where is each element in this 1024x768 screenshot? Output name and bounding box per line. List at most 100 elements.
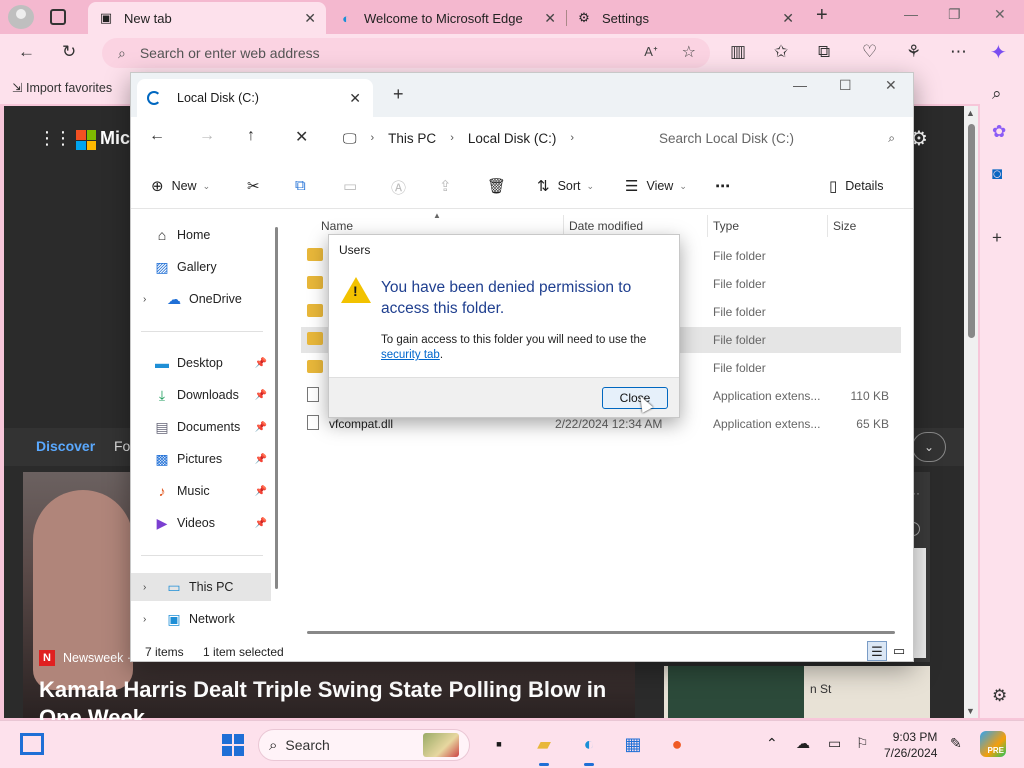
task-view-icon[interactable]: ▪ xyxy=(486,731,512,757)
back-icon[interactable]: ← xyxy=(149,127,165,145)
notifications-icon[interactable]: ✎ xyxy=(950,735,962,752)
back-icon[interactable]: ← xyxy=(18,42,35,62)
copilot-preview-icon[interactable]: PRE xyxy=(980,731,1006,757)
stop-icon[interactable]: ✕ xyxy=(295,127,308,147)
delete-icon[interactable]: 🗑 xyxy=(487,177,514,195)
network-tray-icon[interactable]: ⚐ xyxy=(856,735,869,752)
column-divider[interactable] xyxy=(707,215,708,237)
chevron-right-icon[interactable]: › xyxy=(143,614,155,625)
tab-new-tab[interactable]: ▣ New tab ✕ xyxy=(88,2,326,34)
chevron-right-icon[interactable]: › xyxy=(143,294,155,305)
search-icon[interactable]: ⌕ xyxy=(992,84,1002,104)
horizontal-scrollbar[interactable] xyxy=(307,631,895,634)
tab-following[interactable]: Fo xyxy=(114,438,130,454)
close-tab-icon[interactable]: ✕ xyxy=(304,10,316,27)
nav-item-network[interactable]: › ▣ Network xyxy=(131,605,271,633)
tab-discover[interactable]: Discover xyxy=(36,438,95,454)
security-tab-link[interactable]: security tab xyxy=(381,349,440,361)
pin-icon[interactable]: 📌 xyxy=(255,518,267,529)
nav-item-documents[interactable]: ▤ Documents 📌 xyxy=(131,413,271,441)
file-explorer-app-icon[interactable]: ▰ xyxy=(531,731,557,766)
performance-icon[interactable]: ♡ xyxy=(862,42,877,62)
column-header-size[interactable]: Size xyxy=(833,219,856,233)
nav-item-videos[interactable]: ▶ Videos 📌 xyxy=(131,509,271,537)
refresh-icon[interactable]: ↻ xyxy=(62,42,76,62)
nav-pane-scrollbar[interactable] xyxy=(275,227,278,589)
edge-app-icon[interactable]: ◐ xyxy=(576,731,602,766)
details-view-icon[interactable]: ☰ xyxy=(867,641,887,661)
chevron-right-icon[interactable]: › xyxy=(143,582,155,593)
scroll-thumb[interactable] xyxy=(968,124,975,338)
column-header-date[interactable]: Date modified xyxy=(569,219,643,233)
profile-avatar[interactable] xyxy=(8,5,34,29)
chevron-right-icon[interactable]: › xyxy=(570,132,574,144)
clock[interactable]: 9:03 PM 7/26/2024 xyxy=(884,729,937,761)
nav-item-downloads[interactable]: ⤓ Downloads 📌 xyxy=(131,381,271,409)
nav-item-pictures[interactable]: ▩ Pictures 📌 xyxy=(131,445,271,473)
display-icon[interactable]: ▭ xyxy=(828,735,841,752)
rename-icon[interactable]: Ⓐ xyxy=(391,177,414,198)
pin-icon[interactable]: 📌 xyxy=(255,454,267,465)
store-app-icon[interactable]: ▦ xyxy=(620,731,646,757)
nav-item-music[interactable]: ♪ Music 📌 xyxy=(131,477,271,505)
nav-item-home[interactable]: ⌂ Home xyxy=(131,221,271,249)
add-app-icon[interactable]: + xyxy=(992,228,1002,248)
copilot-icon[interactable]: ✦ xyxy=(990,40,1007,65)
forward-icon[interactable]: → xyxy=(199,127,215,145)
maximize-icon[interactable]: ☐ xyxy=(839,77,852,94)
column-header-name[interactable]: Name xyxy=(321,219,353,233)
address-bar[interactable]: ⌕ Search or enter web address Aᐩ ☆ xyxy=(102,38,710,68)
show-hidden-icons-icon[interactable]: ⌃ xyxy=(766,735,778,752)
import-favorites-link[interactable]: ⇲ Import favorites xyxy=(12,80,112,95)
column-divider[interactable] xyxy=(827,215,828,237)
scroll-down-icon[interactable]: ▼ xyxy=(966,706,975,716)
collections-icon[interactable]: ⧉ xyxy=(818,42,830,62)
breadcrumb-local-disk[interactable]: Local Disk (C:) xyxy=(468,131,557,146)
widgets-icon[interactable] xyxy=(20,733,44,755)
pin-icon[interactable]: 📌 xyxy=(255,486,267,497)
nav-item-this-pc[interactable]: › ▭ This PC xyxy=(131,573,271,601)
onedrive-offline-icon[interactable]: ☁ xyxy=(796,735,810,752)
firefox-app-icon[interactable]: ● xyxy=(664,731,690,757)
more-options-icon[interactable]: ⋯ xyxy=(715,177,738,195)
restore-icon[interactable]: ❐ xyxy=(948,6,961,23)
read-aloud-icon[interactable]: Aᐩ xyxy=(644,44,658,60)
new-tab-button[interactable]: + xyxy=(393,84,404,105)
map-card[interactable]: n St xyxy=(664,666,930,718)
chevron-down-icon[interactable]: ⌄ xyxy=(912,432,946,462)
page-scrollbar[interactable]: ▲ ▼ xyxy=(964,106,978,718)
column-header-type[interactable]: Type xyxy=(713,219,739,233)
pin-icon[interactable]: 📌 xyxy=(255,422,267,433)
close-tab-icon[interactable]: ✕ xyxy=(544,10,556,27)
sort-button[interactable]: ⇅ Sort ⌄ xyxy=(537,177,594,195)
nav-item-desktop[interactable]: ▬ Desktop 📌 xyxy=(131,349,271,377)
favorites-icon[interactable]: ✩ xyxy=(774,42,788,62)
search-input[interactable]: Search Local Disk (C:) ⌕ xyxy=(647,121,905,155)
pin-icon[interactable]: 📌 xyxy=(255,390,267,401)
copy-icon[interactable]: ⧉ xyxy=(295,177,314,194)
share-icon[interactable]: ⇪ xyxy=(439,177,460,195)
tab-settings[interactable]: ⚙ Settings ✕ xyxy=(566,2,804,34)
cut-icon[interactable]: ✂ xyxy=(247,177,268,195)
paste-icon[interactable]: ▭ xyxy=(343,177,365,195)
close-tab-icon[interactable]: ✕ xyxy=(782,10,794,27)
view-button[interactable]: ☰ View ⌄ xyxy=(625,177,687,195)
new-button[interactable]: ⊕ New ⌄ xyxy=(151,177,210,195)
nav-item-onedrive[interactable]: › ☁ OneDrive xyxy=(131,285,271,313)
nav-item-gallery[interactable]: ▨ Gallery xyxy=(131,253,271,281)
copilot-side-icon[interactable]: ✿ xyxy=(992,122,1006,142)
outlook-icon[interactable]: ◙ xyxy=(992,164,1002,184)
minimize-icon[interactable]: — xyxy=(793,77,807,93)
pin-icon[interactable]: 📌 xyxy=(255,358,267,369)
close-window-icon[interactable]: ✕ xyxy=(994,6,1006,23)
tab-welcome-edge[interactable]: ◐ Welcome to Microsoft Edge ✕ xyxy=(328,2,566,34)
close-tab-icon[interactable]: ✕ xyxy=(349,90,361,107)
dialog-title-bar[interactable]: Users xyxy=(329,235,679,265)
breadcrumb-this-pc[interactable]: This PC xyxy=(388,131,436,146)
more-options-icon[interactable]: ⋯ xyxy=(950,42,967,62)
split-screen-icon[interactable]: ▥ xyxy=(730,42,746,62)
new-tab-button[interactable]: + xyxy=(816,4,828,27)
details-button[interactable]: ▯ Details xyxy=(829,177,883,195)
favorite-star-icon[interactable]: ☆ xyxy=(682,42,696,62)
sidebar-settings-icon[interactable]: ⚙ xyxy=(992,686,1007,706)
